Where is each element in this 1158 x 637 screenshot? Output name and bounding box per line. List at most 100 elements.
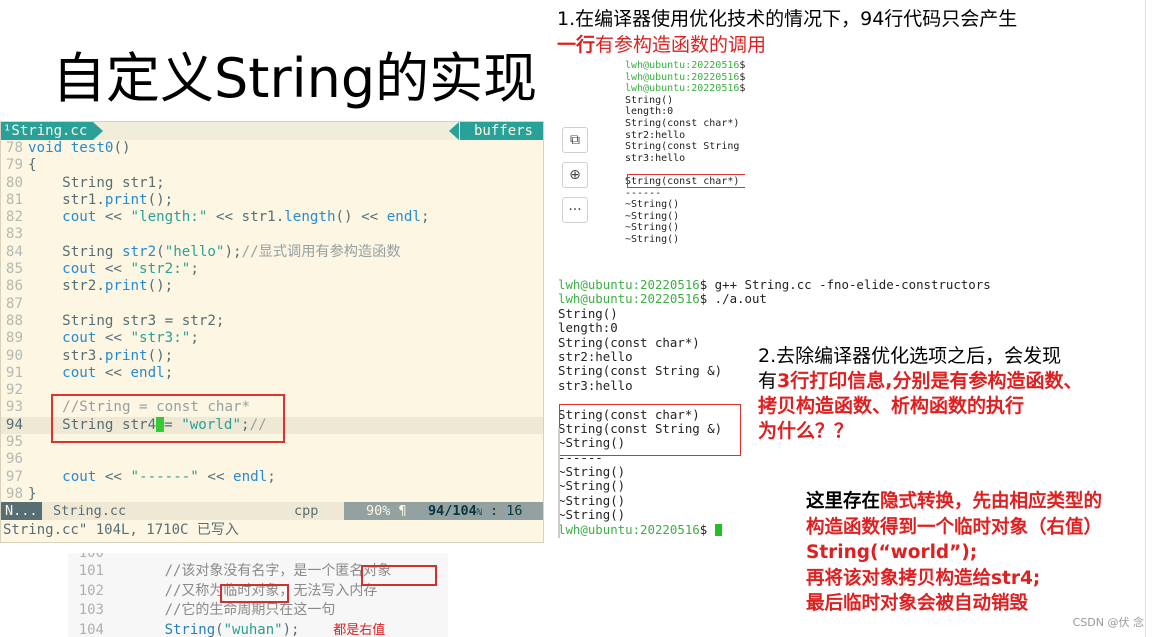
highlight-box-line-93-94 bbox=[51, 394, 285, 443]
vim-buffers-label[interactable]: buffers bbox=[459, 122, 543, 140]
code-token: "str3:" bbox=[130, 330, 191, 347]
terminal-text: ~String() bbox=[558, 492, 626, 508]
code-token: str2. bbox=[28, 278, 105, 295]
terminal-text: String(const String &) bbox=[558, 363, 723, 379]
code-token: () << bbox=[335, 209, 387, 226]
code-token: "str2:" bbox=[130, 261, 191, 278]
terminal-text: $ bbox=[699, 521, 715, 537]
line-number: 90 bbox=[5, 347, 23, 364]
annotation-red-text: 最后临时对象会被自动销毁 bbox=[806, 593, 1029, 614]
code-line[interactable]: 89 cout << "str3:"; bbox=[1, 330, 543, 347]
image-edit-icon: ⧉ bbox=[570, 132, 580, 148]
annotation-text: 有 bbox=[758, 370, 778, 392]
code-token: ; bbox=[190, 261, 199, 278]
code-token: (); bbox=[147, 347, 174, 364]
line-number: 91 bbox=[5, 364, 23, 381]
image-edit-button[interactable]: ⧉ bbox=[562, 127, 588, 153]
annotation-line: 有3行打印信息,分别是有参构造函数、 bbox=[758, 369, 1082, 394]
line-number: 85 bbox=[5, 261, 23, 278]
snippet-line: 100 bbox=[78, 553, 104, 561]
code-token: endl bbox=[233, 468, 268, 485]
terminal-line: String() bbox=[558, 306, 998, 321]
terminal-text: ------ bbox=[625, 187, 662, 199]
terminal-text: ~String() bbox=[625, 222, 680, 234]
terminal-text: String(const String &) bbox=[625, 141, 745, 153]
annotation-optimized-line2: 一行有参构造函数的调用 bbox=[557, 32, 1017, 58]
more-options-button[interactable]: ··· bbox=[562, 197, 588, 223]
terminal-line: String() bbox=[625, 95, 745, 107]
annotation-red-text: 有参构造函数的调用 bbox=[595, 34, 767, 56]
code-token: (); bbox=[147, 278, 174, 295]
shell-prompt: lwh@ubuntu:20220516 bbox=[558, 278, 700, 292]
terminal-text: ~String() bbox=[558, 464, 626, 480]
terminal-text: String(const char*) bbox=[625, 117, 740, 129]
terminal-text: $ ./a.out bbox=[699, 291, 767, 307]
terminal-text: String() bbox=[625, 94, 674, 106]
code-line[interactable]: 97 cout << "------" << endl; bbox=[1, 469, 543, 486]
annotation-red-text: 拷贝构造函数、析构函数的执行 bbox=[758, 395, 1025, 417]
terminal-text: length:0 bbox=[625, 106, 674, 118]
terminal-text: $ ./a.out bbox=[739, 83, 745, 95]
terminal-text: ~String() bbox=[625, 233, 680, 245]
line-position-value: 94/104 bbox=[428, 503, 477, 519]
terminal-line: lwh@ubuntu:20220516$ g++ String.cc bbox=[625, 72, 745, 84]
line-number: 92 bbox=[5, 382, 23, 399]
code-line[interactable]: 84 String str2("hello");//显式调用有参构造函数 bbox=[1, 244, 543, 261]
terminal-line: lwh@ubuntu:20220516$ ./a.out bbox=[558, 292, 998, 306]
code-line[interactable]: 98} bbox=[1, 486, 543, 503]
terminal-line: ------ bbox=[625, 188, 745, 200]
terminal-line: String(const char*) bbox=[625, 118, 745, 130]
code-line[interactable]: 81 str1.print(); bbox=[1, 192, 543, 209]
line-number: 89 bbox=[5, 330, 23, 347]
code-token: { bbox=[28, 157, 37, 174]
zoom-in-button[interactable]: ⊕ bbox=[562, 162, 588, 188]
code-line[interactable]: 79 { bbox=[1, 157, 543, 174]
code-token: << bbox=[96, 364, 131, 381]
terminal-text: str3:hello bbox=[558, 377, 633, 393]
snippet-line: 104 String("wuhan"); 都是右值 bbox=[68, 621, 448, 637]
terminal-text: $ bbox=[739, 60, 745, 71]
highlight-box-anonymous-object bbox=[361, 565, 437, 586]
vim-editor[interactable]: ¹String.cc buffers 78 void test0() 79 {80 S… bbox=[0, 121, 544, 543]
vim-status-filename: String.cc bbox=[53, 503, 127, 519]
shell-prompt: lwh@ubuntu:20220516 bbox=[625, 60, 740, 71]
snippet-note: 都是右值 bbox=[333, 622, 386, 637]
code-line[interactable]: 82 cout << "length:" << str1.length() <<… bbox=[1, 209, 543, 226]
code-line[interactable]: 85 cout << "str2:"; bbox=[1, 261, 543, 278]
terminal-line: ~String() bbox=[625, 211, 745, 223]
code-line[interactable]: 87 bbox=[1, 296, 543, 313]
code-token: cout bbox=[62, 468, 97, 485]
code-line[interactable]: 78 void test0() bbox=[1, 140, 543, 157]
code-line[interactable]: 80 String str1; bbox=[1, 175, 543, 192]
vim-tab-string-cc[interactable]: ¹String.cc bbox=[1, 122, 94, 140]
shell-prompt: lwh@ubuntu:20220516 bbox=[625, 71, 740, 83]
line-number: 103 bbox=[78, 602, 104, 618]
terminal-line: str3:hello bbox=[625, 153, 745, 165]
code-token: "wuhan" bbox=[223, 621, 283, 637]
terminal-text: $ g++ String.cc bbox=[739, 71, 745, 83]
code-token: << bbox=[198, 468, 234, 485]
line-number: 84 bbox=[5, 243, 23, 260]
terminal-cursor bbox=[714, 524, 722, 537]
terminal-text: ~String() bbox=[625, 210, 680, 222]
vim-status-filetype: cpp bbox=[294, 503, 319, 519]
code-token: ); bbox=[282, 621, 334, 637]
vim-command-message: String.cc" 104L, 1710C 已写入 bbox=[1, 520, 543, 540]
vim-code-area[interactable]: 78 void test0() 79{80 String str1; 81 str1.… bbox=[1, 140, 543, 503]
code-line[interactable]: 90 str3.print(); bbox=[1, 348, 543, 365]
code-line[interactable]: 86 str2.print(); bbox=[1, 278, 543, 295]
terminal-line: String(const String &) bbox=[625, 141, 745, 153]
code-line[interactable]: 91 cout << endl; bbox=[1, 365, 543, 382]
code-line[interactable]: 96 bbox=[1, 451, 543, 468]
annotation-text: 这里存在 bbox=[806, 491, 881, 512]
terminal-text: ~String() bbox=[558, 478, 626, 494]
code-token: << bbox=[96, 330, 131, 347]
line-number: 86 bbox=[5, 278, 23, 295]
code-token: str3. bbox=[28, 347, 105, 364]
terminal-text: $ g++ String.cc -fno-elide-constructors bbox=[699, 278, 991, 292]
line-number: 101 bbox=[78, 563, 104, 579]
code-line[interactable]: 83 bbox=[1, 226, 543, 243]
code-line[interactable]: 88 String str3 = str2; bbox=[1, 313, 543, 330]
line-number: 87 bbox=[5, 295, 23, 312]
annotation-optimized: 1.在编译器使用优化技术的情况下，94行代码只会产生 一行有参构造函数的调用 bbox=[557, 6, 1017, 58]
